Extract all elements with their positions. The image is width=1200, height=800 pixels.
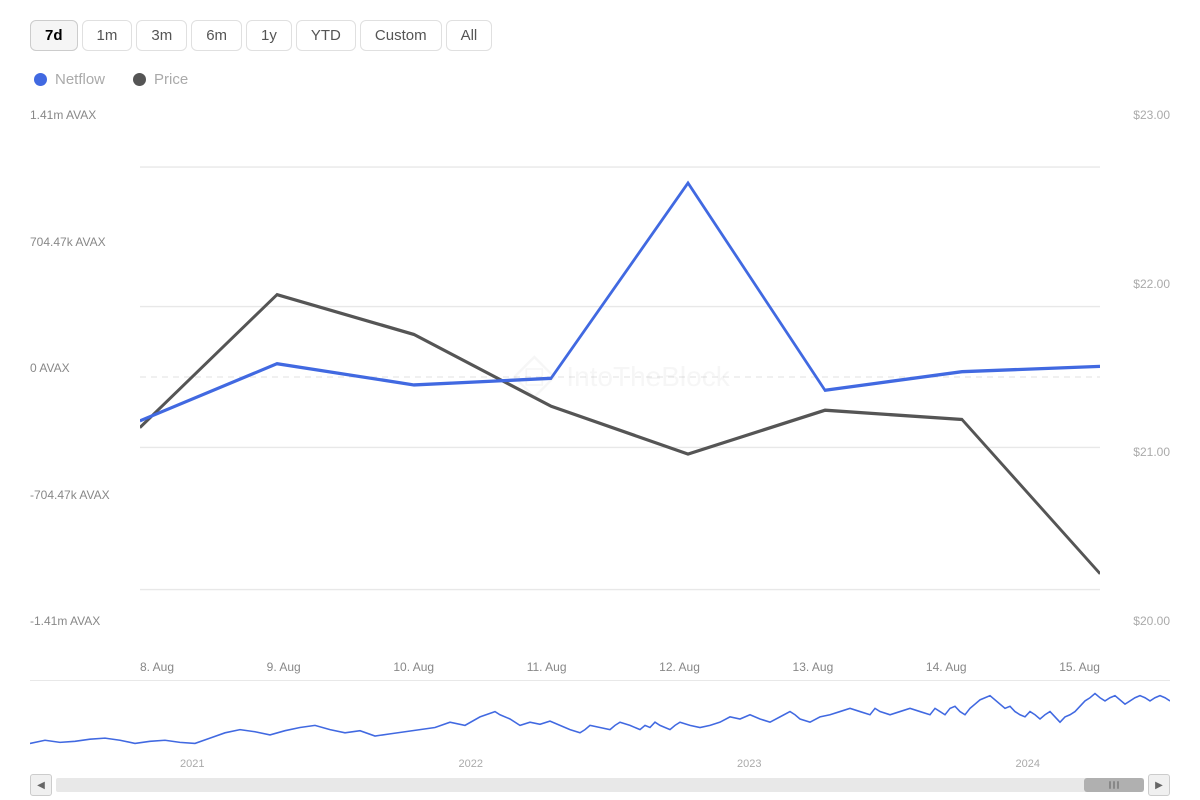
y-right-label-1: $22.00 bbox=[1108, 277, 1170, 291]
y-axis-right: $23.00 $22.00 $21.00 $20.00 bbox=[1100, 98, 1170, 656]
scrollbar: ◀ ▶ bbox=[30, 774, 1170, 796]
legend-price: Price bbox=[133, 71, 188, 88]
grip-1 bbox=[1109, 781, 1111, 789]
legend-netflow: Netflow bbox=[34, 71, 105, 88]
x-label-0: 8. Aug bbox=[140, 660, 174, 674]
y-right-label-0: $23.00 bbox=[1108, 108, 1170, 122]
grip-2 bbox=[1113, 781, 1115, 789]
price-label: Price bbox=[154, 71, 188, 88]
x-label-3: 11. Aug bbox=[527, 660, 567, 674]
x-axis: 8. Aug 9. Aug 10. Aug 11. Aug 12. Aug 13. Aug… bbox=[140, 656, 1100, 674]
x-label-5: 13. Aug bbox=[793, 660, 834, 674]
time-btn-6m[interactable]: 6m bbox=[191, 20, 242, 51]
grip-3 bbox=[1117, 781, 1119, 789]
time-btn-3m[interactable]: 3m bbox=[136, 20, 187, 51]
x-label-4: 12. Aug bbox=[659, 660, 700, 674]
mini-year-2022: 2022 bbox=[459, 758, 483, 770]
scroll-right-button[interactable]: ▶ bbox=[1148, 774, 1170, 796]
x-label-6: 14. Aug bbox=[926, 660, 967, 674]
y-left-label-0: 1.41m AVAX bbox=[30, 108, 132, 122]
main-chart-svg bbox=[140, 98, 1100, 656]
y-left-label-1: 704.47k AVAX bbox=[30, 235, 132, 249]
x-label-2: 10. Aug bbox=[393, 660, 434, 674]
scrollbar-track[interactable] bbox=[56, 778, 1144, 792]
mini-chart-section: 2021 2022 2023 2024 ◀ ▶ bbox=[30, 680, 1170, 790]
main-chart-area: 1.41m AVAX 704.47k AVAX 0 AVAX -704.47k AVA… bbox=[30, 98, 1170, 656]
y-left-label-2: 0 AVAX bbox=[30, 361, 132, 375]
time-btn-1y[interactable]: 1y bbox=[246, 20, 292, 51]
y-left-label-3: -704.47k AVAX bbox=[30, 488, 132, 502]
time-btn-all[interactable]: All bbox=[446, 20, 493, 51]
mini-year-2024: 2024 bbox=[1016, 758, 1040, 770]
main-container: 7d1m3m6m1yYTDCustomAll Netflow Price 1.4… bbox=[0, 0, 1200, 800]
mini-year-2023: 2023 bbox=[737, 758, 761, 770]
chart-legend: Netflow Price bbox=[30, 71, 1170, 88]
time-range-bar: 7d1m3m6m1yYTDCustomAll bbox=[30, 20, 1170, 51]
chart-inner: IntoTheBlock bbox=[140, 98, 1100, 656]
scroll-left-button[interactable]: ◀ bbox=[30, 774, 52, 796]
mini-chart-inner: 2021 2022 2023 2024 bbox=[30, 685, 1170, 770]
y-right-label-3: $20.00 bbox=[1108, 614, 1170, 628]
y-right-label-2: $21.00 bbox=[1108, 445, 1170, 459]
y-axis-left: 1.41m AVAX 704.47k AVAX 0 AVAX -704.47k AVA… bbox=[30, 98, 140, 656]
time-btn-ytd[interactable]: YTD bbox=[296, 20, 356, 51]
y-left-label-4: -1.41m AVAX bbox=[30, 614, 132, 628]
netflow-dot bbox=[34, 73, 47, 86]
mini-year-2021: 2021 bbox=[180, 758, 204, 770]
time-btn-1m[interactable]: 1m bbox=[82, 20, 133, 51]
netflow-label: Netflow bbox=[55, 71, 105, 88]
time-btn-7d[interactable]: 7d bbox=[30, 20, 78, 51]
scrollbar-thumb[interactable] bbox=[1084, 778, 1144, 792]
x-label-1: 9. Aug bbox=[267, 660, 301, 674]
x-label-7: 15. Aug bbox=[1059, 660, 1100, 674]
chart-wrapper: 1.41m AVAX 704.47k AVAX 0 AVAX -704.47k AVA… bbox=[30, 98, 1170, 790]
time-btn-custom[interactable]: Custom bbox=[360, 20, 442, 51]
price-dot bbox=[133, 73, 146, 86]
